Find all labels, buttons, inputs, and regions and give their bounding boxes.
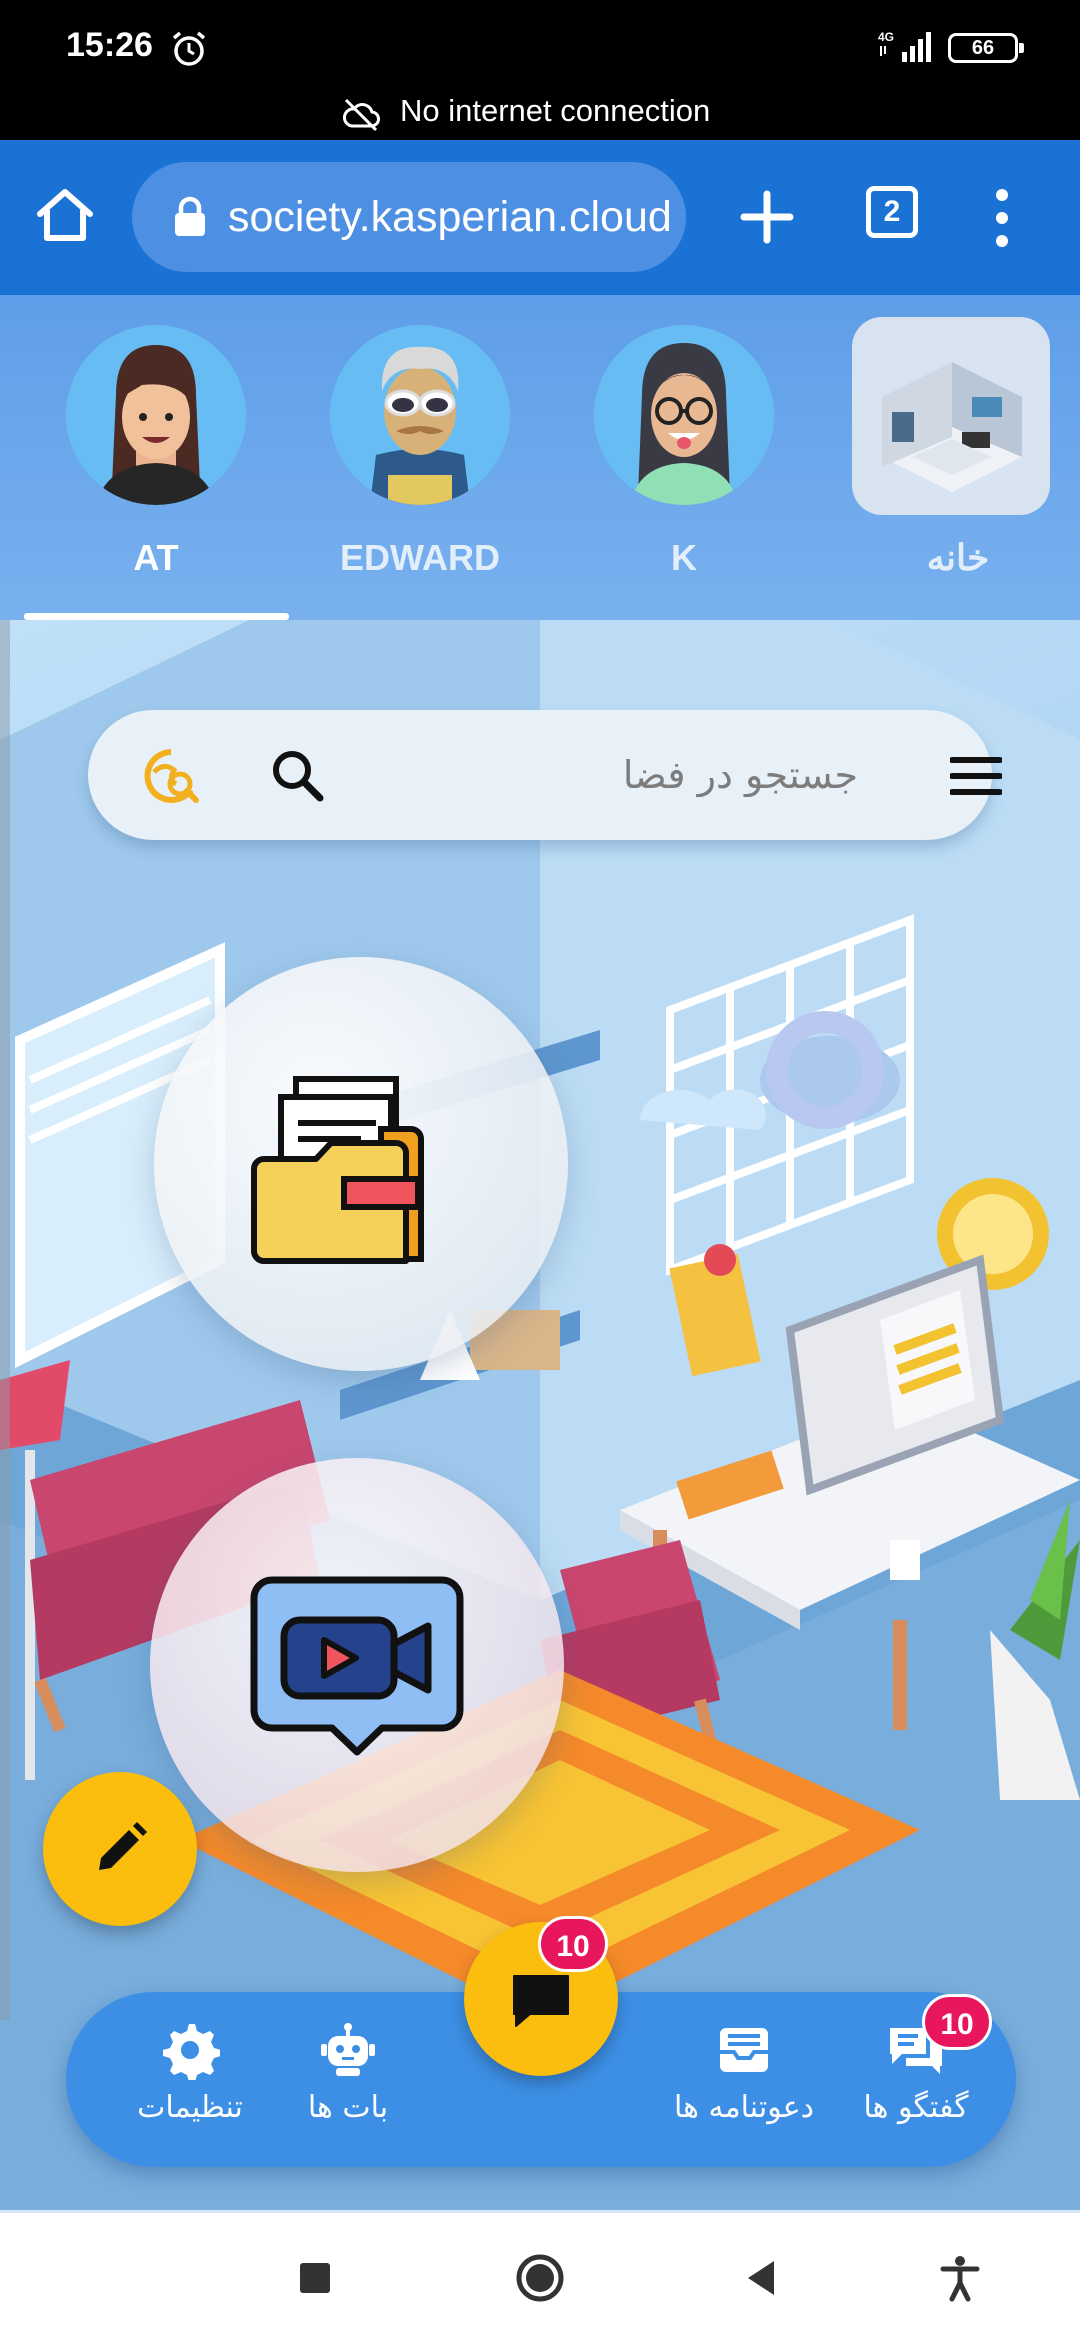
nav-chats-label: گفتگو ها [863, 2090, 969, 2125]
profile-tab-k[interactable]: K [552, 295, 816, 620]
new-tab-icon[interactable] [730, 180, 804, 254]
nav-bots-label: بات ها [307, 2090, 389, 2125]
profile-tab-label: AT [133, 537, 179, 578]
video-camera-icon [250, 1576, 464, 1756]
scroll-edge [0, 620, 10, 2020]
signal-icon: 4G [878, 30, 931, 62]
address-bar[interactable]: society.kasperian.cloud [132, 162, 686, 272]
nav-invitations[interactable]: دعوتنامه ها [644, 2020, 844, 2150]
nav-bots[interactable]: بات ها [288, 2020, 408, 2150]
avatar-woman-glasses [630, 343, 738, 505]
more-menu-icon[interactable] [982, 185, 1022, 251]
chats-unread-badge: 10 [922, 1994, 992, 2050]
profile-tab-label: K [671, 537, 697, 578]
back-icon[interactable] [738, 2253, 788, 2303]
avatar [594, 325, 774, 505]
system-navigation-bar [0, 2213, 1080, 2340]
nav-settings-label: تنظیمات [137, 2090, 243, 2125]
nav-settings[interactable]: تنظیمات [128, 2020, 252, 2150]
gear-icon [163, 2024, 220, 2080]
location-search-icon[interactable] [140, 746, 202, 808]
alarm-icon [172, 31, 206, 66]
tab-switcher-button[interactable]: 2 [866, 186, 918, 238]
folder-icon [251, 1076, 424, 1264]
home-circle-icon[interactable] [515, 2253, 565, 2303]
space-search-bar [88, 710, 1002, 840]
profile-tab-edward[interactable]: EDWARD [288, 295, 552, 620]
offline-message: No internet connection [400, 93, 711, 128]
avatar-woman-brown-hair [96, 345, 216, 505]
cloud-off-icon [343, 98, 380, 132]
room-thumbnail [852, 317, 1050, 515]
video-call-bubble[interactable] [150, 1458, 564, 1872]
robot-icon [321, 2023, 375, 2076]
nav-invitations-label: دعوتنامه ها [674, 2090, 814, 2125]
profile-tab-label: خانه [926, 537, 990, 578]
room-image [882, 362, 1022, 492]
inbox-icon [720, 2028, 768, 2072]
menu-icon[interactable] [950, 756, 1002, 796]
profile-tabs: AT EDWARD K خانه [0, 295, 1080, 620]
avatar-old-man-sunglasses [370, 346, 470, 505]
browser-toolbar: society.kasperian.cloud 2 [0, 140, 1080, 295]
status-time: 15:26 [66, 26, 153, 64]
profile-tab-home[interactable]: خانه [826, 295, 1080, 620]
accessibility-icon[interactable] [935, 2253, 985, 2303]
files-bubble[interactable] [154, 957, 568, 1371]
status-bar: 15:26 4G 66 [0, 0, 1080, 90]
search-input[interactable] [358, 730, 858, 820]
new-message-fab[interactable]: 10 [464, 1916, 618, 2076]
profile-tab-label: EDWARD [340, 537, 500, 578]
network-type: 4G [878, 30, 894, 44]
lock-icon [175, 196, 205, 236]
url-text[interactable]: society.kasperian.cloud [228, 162, 678, 272]
nav-chats[interactable]: گفتگو ها 10 [836, 1994, 996, 2150]
edit-fab[interactable] [43, 1772, 197, 1926]
message-count-badge: 10 [538, 1916, 608, 1972]
home-icon[interactable] [30, 180, 100, 250]
url-value: society.kasperian.cloud [228, 193, 672, 241]
battery-indicator: 66 [948, 33, 1024, 63]
search-icon[interactable] [268, 746, 326, 804]
pencil-icon [99, 1822, 147, 1870]
avatar [66, 325, 246, 505]
avatar [330, 325, 510, 505]
recents-icon[interactable] [290, 2253, 340, 2303]
active-tab-indicator [24, 613, 289, 620]
profile-tab-at[interactable]: AT [24, 295, 288, 620]
offline-banner: No internet connection [0, 90, 1080, 140]
app-screen: 15:26 4G 66 No internet connection socie… [0, 0, 1080, 2340]
chat-icon [513, 1975, 569, 2027]
